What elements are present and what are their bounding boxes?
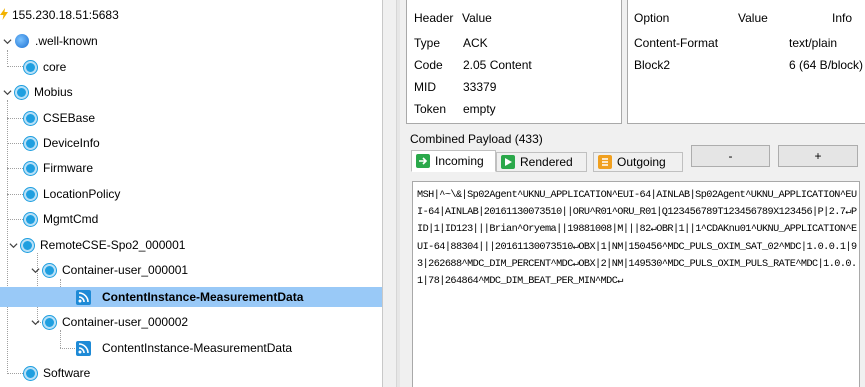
column-header-info[interactable]: Info bbox=[832, 11, 852, 25]
header-key: Type bbox=[414, 36, 441, 50]
tree-node-contentinstance-2[interactable]: ContentInstance-MeasurementData bbox=[76, 338, 292, 358]
tree-node-label: Software bbox=[43, 366, 91, 380]
payload-content[interactable]: MSH|^~\&|Sp02Agent^UKNU_APPLICATION^EUI-… bbox=[417, 187, 857, 290]
resource-icon bbox=[21, 238, 34, 252]
tree-node-mgmtcmd[interactable]: MgmtCmd bbox=[24, 209, 98, 229]
header-key: MID bbox=[414, 80, 436, 94]
payload-label: Combined Payload (433) bbox=[410, 132, 543, 146]
header-table: Header Value Type ACK Code 2.05 Content … bbox=[406, 0, 622, 124]
resource-icon bbox=[43, 263, 56, 277]
tree-node-label: .well-known bbox=[35, 34, 98, 48]
tree-node-software[interactable]: Software bbox=[24, 363, 90, 383]
tree-node-well-known[interactable]: .well-known bbox=[2, 31, 98, 51]
tree-guide bbox=[60, 348, 75, 349]
header-value: empty bbox=[463, 102, 496, 116]
header-value: 33379 bbox=[463, 80, 497, 94]
tree-node-deviceinfo[interactable]: DeviceInfo bbox=[24, 133, 100, 153]
resource-icon bbox=[24, 366, 37, 380]
tree-node-root[interactable]: 155.230.18.51:5683 bbox=[0, 5, 119, 25]
tree-node-label: LocationPolicy bbox=[43, 187, 121, 201]
header-value: ACK bbox=[463, 36, 488, 50]
tree-node-label: CSEBase bbox=[43, 111, 96, 125]
tree-guide bbox=[7, 168, 25, 169]
chevron-down-icon[interactable] bbox=[30, 265, 40, 275]
tree-node-label: Firmware bbox=[43, 161, 93, 175]
header-key: Token bbox=[414, 102, 447, 116]
tree-guide bbox=[7, 373, 25, 374]
tree-node-label: Mobius bbox=[34, 85, 73, 99]
tab-label: Incoming bbox=[435, 154, 484, 168]
column-header-value[interactable]: Value bbox=[462, 11, 492, 25]
rendered-icon bbox=[501, 155, 515, 169]
tab-incoming[interactable]: Incoming bbox=[411, 150, 496, 172]
payload-textbox[interactable]: MSH|^~\&|Sp02Agent^UKNU_APPLICATION^EUI-… bbox=[412, 181, 860, 387]
option-name: Content-Format bbox=[634, 36, 719, 50]
tree-node-label: ContentInstance-MeasurementData bbox=[102, 341, 293, 355]
globe-icon bbox=[15, 34, 29, 48]
chevron-down-icon[interactable] bbox=[8, 240, 18, 250]
tree-node-core[interactable]: core bbox=[24, 57, 66, 77]
rss-feed-icon bbox=[76, 289, 91, 305]
tree-node-label: MgmtCmd bbox=[43, 212, 99, 226]
tree-node-label: DeviceInfo bbox=[43, 136, 100, 150]
resource-icon bbox=[24, 111, 37, 125]
tree-guide bbox=[7, 66, 25, 67]
tree-node-label: core bbox=[43, 60, 67, 74]
option-info: text/plain bbox=[789, 36, 838, 50]
tree-node-label: 155.230.18.51:5683 bbox=[12, 8, 119, 22]
tree-guide bbox=[7, 50, 8, 64]
resource-tree[interactable]: 155.230.18.51:5683 .well-known core Mobi… bbox=[0, 0, 382, 387]
resource-icon bbox=[24, 212, 37, 226]
resource-icon bbox=[43, 315, 56, 329]
details-panel: Header Value Type ACK Code 2.05 Content … bbox=[400, 0, 865, 387]
tab-rendered[interactable]: Rendered bbox=[496, 152, 587, 172]
tree-guide bbox=[7, 143, 25, 144]
chevron-down-icon[interactable] bbox=[2, 36, 12, 46]
resource-icon bbox=[24, 60, 37, 74]
tree-node-remotecse[interactable]: RemoteCSE-Spo2_000001 bbox=[8, 235, 185, 255]
tree-node-csebase[interactable]: CSEBase bbox=[24, 108, 95, 128]
tree-guide bbox=[60, 330, 61, 348]
option-name: Block2 bbox=[634, 58, 671, 72]
resource-icon bbox=[15, 85, 28, 99]
tree-guide bbox=[7, 194, 25, 195]
chevron-down-icon[interactable] bbox=[30, 317, 40, 327]
tab-label: Outgoing bbox=[617, 155, 666, 169]
incoming-icon bbox=[416, 154, 430, 168]
lightning-icon bbox=[0, 7, 10, 23]
tree-node-container-1[interactable]: Container-user_000001 bbox=[30, 260, 188, 280]
tree-guide bbox=[7, 219, 25, 220]
resource-icon bbox=[24, 187, 37, 201]
column-header-option[interactable]: Option bbox=[634, 11, 669, 25]
tab-outgoing[interactable]: Outgoing bbox=[593, 152, 683, 172]
rss-feed-icon bbox=[76, 340, 91, 356]
tree-node-locationpolicy[interactable]: LocationPolicy bbox=[24, 184, 120, 204]
tree-guide bbox=[7, 118, 25, 119]
tree-node-label: Container-user_000002 bbox=[62, 315, 189, 329]
header-key: Code bbox=[414, 58, 443, 72]
outgoing-icon bbox=[598, 155, 612, 169]
increase-button[interactable]: + bbox=[778, 145, 858, 167]
tree-node-label: Container-user_000001 bbox=[62, 263, 189, 277]
tree-node-container-2[interactable]: Container-user_000002 bbox=[30, 312, 188, 332]
tree-node-contentinstance-1[interactable]: ContentInstance-MeasurementData bbox=[0, 287, 382, 307]
decrease-button[interactable]: - bbox=[691, 145, 770, 167]
resource-icon bbox=[24, 161, 37, 175]
tree-node-label: RemoteCSE-Spo2_000001 bbox=[40, 238, 186, 252]
resource-icon bbox=[24, 136, 37, 150]
chevron-down-icon[interactable] bbox=[2, 87, 12, 97]
tree-node-mobius[interactable]: Mobius bbox=[2, 82, 73, 102]
tab-label: Rendered bbox=[520, 155, 573, 169]
option-table: Option Value Info Content-Format text/pl… bbox=[627, 0, 865, 124]
column-header-value[interactable]: Value bbox=[738, 11, 768, 25]
tree-node-firmware[interactable]: Firmware bbox=[24, 158, 93, 178]
column-header-header[interactable]: Header bbox=[414, 11, 453, 25]
tree-node-label: ContentInstance-MeasurementData bbox=[102, 290, 304, 304]
header-value: 2.05 Content bbox=[463, 58, 532, 72]
option-info: 6 (64 B/block) bbox=[789, 58, 864, 72]
